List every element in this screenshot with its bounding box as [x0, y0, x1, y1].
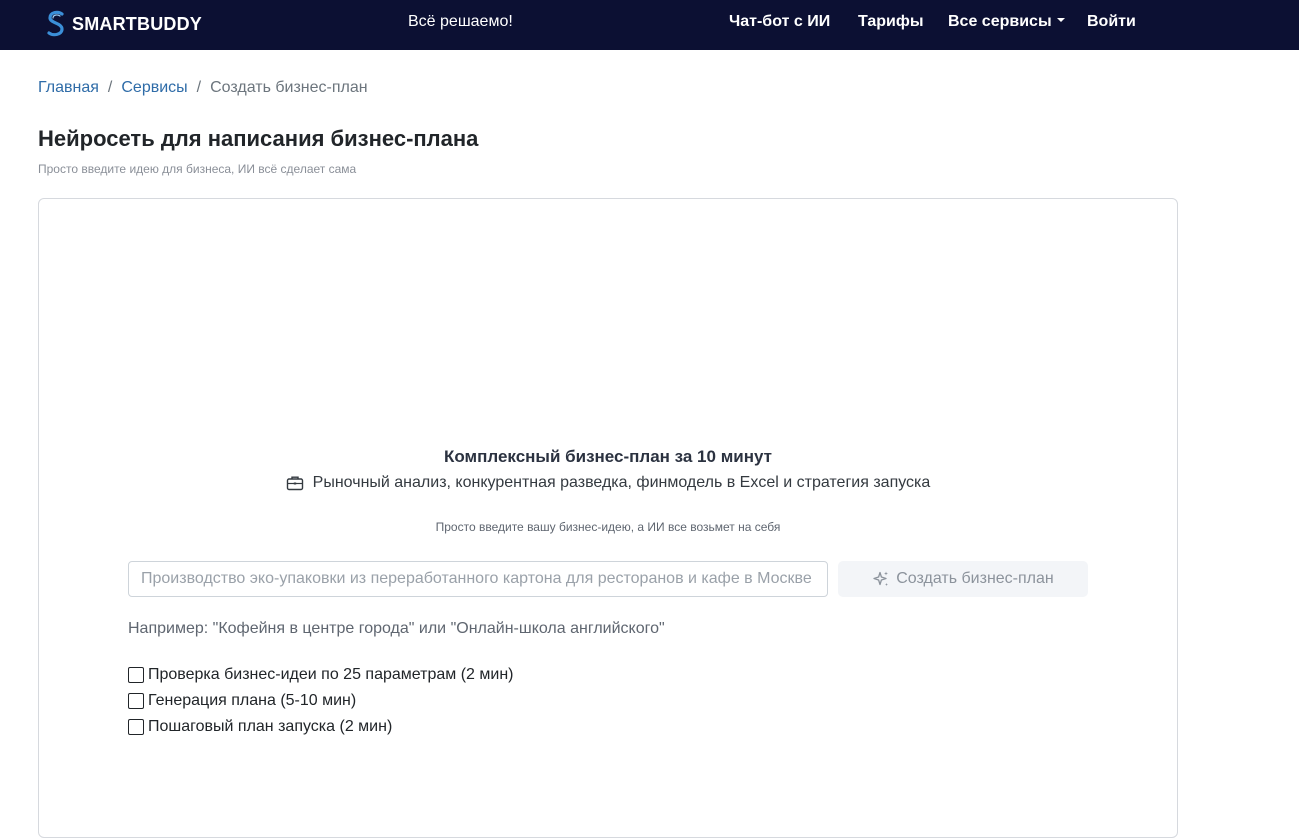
page-subtitle: Просто введите идею для бизнеса, ИИ всё … — [38, 162, 357, 176]
sparkles-icon — [873, 571, 889, 586]
caret-down-icon — [1056, 17, 1065, 22]
breadcrumb: Главная / Сервисы / Создать бизнес-план — [38, 79, 368, 97]
checklist-item[interactable]: Пошаговый план запуска (2 мин) — [128, 718, 392, 736]
page-title: Нейросеть для написания бизнес-плана — [38, 126, 479, 151]
nav-services-dropdown[interactable]: Все сервисы — [948, 13, 1065, 31]
checkbox[interactable] — [128, 693, 144, 709]
checklist-item[interactable]: Проверка бизнес-идеи по 25 параметрам (2… — [128, 666, 513, 684]
checklist-item-label: Проверка бизнес-идеи по 25 параметрам (2… — [148, 666, 514, 683]
logo[interactable]: SMARTBUDDY — [44, 9, 202, 39]
checklist-item-label: Пошаговый план запуска (2 мин) — [148, 718, 393, 735]
slogan: Всё решаемо! — [408, 13, 513, 30]
example-text: Например: "Кофейня в центре города" или … — [128, 620, 665, 637]
nav-services-label: Все сервисы — [948, 13, 1052, 30]
breadcrumb-current: Создать бизнес-план — [210, 79, 368, 96]
nav-pricing-link[interactable]: Тарифы — [858, 13, 924, 31]
business-plan-card: Комплексный бизнес-план за 10 минут Рыно… — [38, 198, 1178, 838]
checkbox[interactable] — [128, 719, 144, 735]
breadcrumb-separator: / — [107, 79, 113, 96]
create-button-label: Создать бизнес-план — [896, 570, 1054, 587]
nav-chatbot-link[interactable]: Чат-бот с ИИ — [729, 13, 830, 31]
breadcrumb-separator: / — [196, 79, 202, 96]
card-description: Рыночный анализ, конкурентная разведка, … — [39, 474, 1177, 492]
nav-login-link[interactable]: Войти — [1087, 13, 1136, 31]
briefcase-icon — [286, 476, 303, 491]
business-idea-input[interactable] — [128, 561, 828, 597]
checklist-item[interactable]: Генерация плана (5-10 мин) — [128, 692, 356, 710]
checklist-item-label: Генерация плана (5-10 мин) — [148, 692, 357, 709]
breadcrumb-services-link[interactable]: Сервисы — [121, 79, 187, 97]
card-description-text: Рыночный анализ, конкурентная разведка, … — [312, 474, 931, 491]
create-business-plan-button[interactable]: Создать бизнес-план — [838, 561, 1088, 597]
card-hint: Просто введите вашу бизнес-идею, а ИИ вс… — [435, 520, 781, 534]
breadcrumb-home-link[interactable]: Главная — [38, 79, 99, 97]
checkbox[interactable] — [128, 667, 144, 683]
logo-s-icon — [47, 10, 64, 37]
top-navbar: SMARTBUDDY Всё решаемо! Чат-бот с ИИ Тар… — [0, 0, 1299, 50]
card-title: Комплексный бизнес-план за 10 минут — [444, 447, 772, 466]
logo-text: SMARTBUDDY — [72, 13, 202, 34]
